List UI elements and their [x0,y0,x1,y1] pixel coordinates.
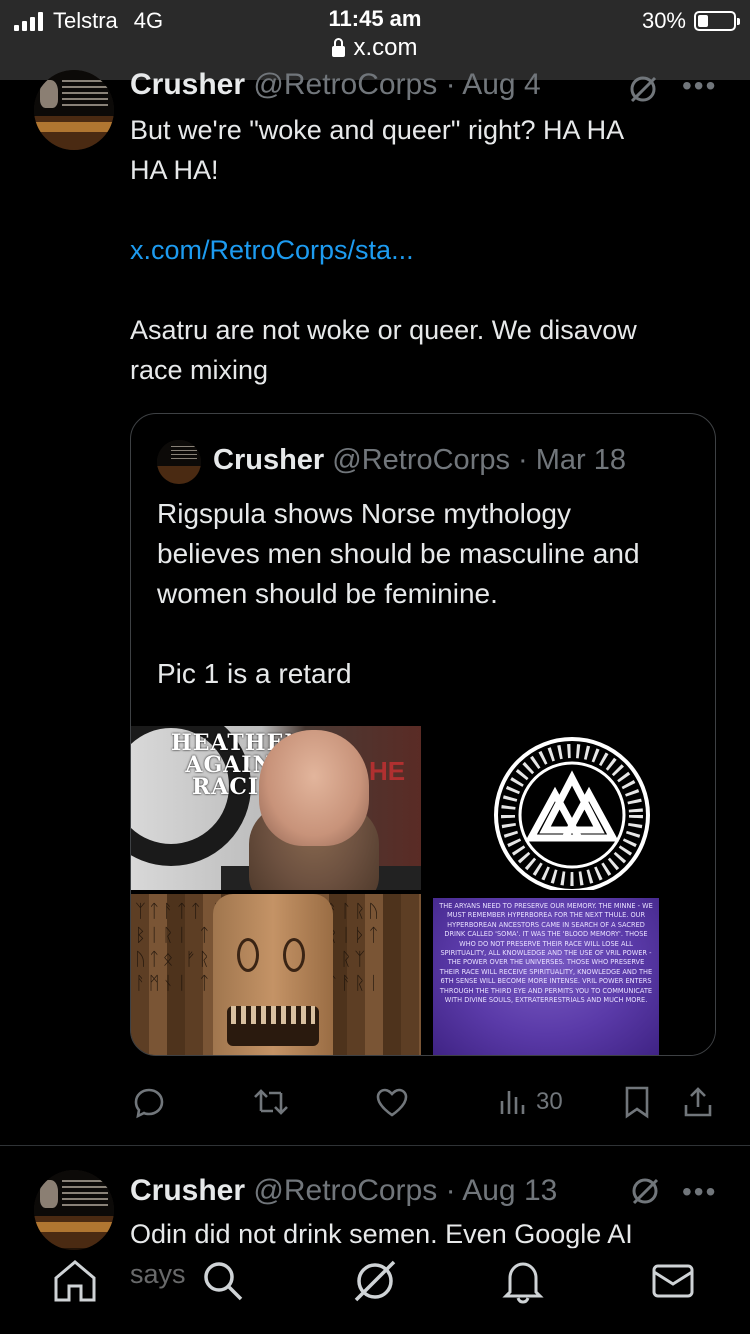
media-image-text-poster[interactable]: The Aryans need to preserve our memory. … [427,894,715,1055]
heart-icon [376,1088,408,1117]
bookmark-button[interactable] [622,1080,652,1124]
author-handle-date: @RetroCorps · Aug 13 [253,1174,558,1207]
author-handle-date: @RetroCorps · Aug 4 [253,68,541,101]
views-count: 30 [536,1088,563,1115]
media-image-heathens[interactable]: HEATHENS AGAINST RACISM HE [131,726,421,890]
tweet-actions: 30 [130,1080,720,1124]
reply-button[interactable] [132,1080,166,1124]
tweet-author[interactable]: Crusher @RetroCorps · Aug 4 [130,68,541,102]
views-icon [500,1091,525,1114]
url-text: x.com [353,34,418,61]
side-text: HE [369,756,406,786]
status-center: 11:45 am x.com [0,6,750,62]
home-icon[interactable] [50,1256,100,1306]
more-icon[interactable]: ••• [682,70,717,102]
quote-line: believes men should be masculine and [157,538,640,569]
share-icon [684,1087,712,1117]
lock-icon [332,37,346,57]
views-button[interactable]: 30 [498,1080,563,1124]
tweet-author[interactable]: Crusher @RetroCorps · Aug 13 [130,1174,557,1208]
like-button[interactable] [374,1080,410,1124]
messages-icon[interactable] [648,1256,698,1306]
quote-line: Rigspula shows Norse mythology [157,498,571,529]
status-right: 30% [641,8,740,34]
quote-handle-date: @RetroCorps · Mar 18 [332,444,627,476]
grok-icon[interactable] [630,1176,660,1206]
battery-percent: 30% [641,8,686,33]
quote-body: Rigspula shows Norse mythology believes … [157,494,697,694]
quote-avatar [157,440,201,484]
clock: 11:45 am [328,6,422,31]
battery-icon [694,11,740,31]
address-bar[interactable]: x.com [0,34,750,62]
reply-icon [134,1088,164,1119]
tweet-text-line: race mixing [130,355,269,385]
tweet-text-line: But we're "woke and queer" right? HA HA [130,115,625,145]
quote-line-blank [157,614,697,654]
tweet-link[interactable]: x.com/RetroCorps/sta... [130,230,730,270]
media-image-valknut[interactable] [427,726,715,890]
media-grid: HEATHENS AGAINST RACISM HE ᛉᛏᚨᛏᛏ ᚨᛚᚱᚢ ᛒᛁ… [131,726,715,1055]
avatar[interactable] [34,1170,114,1250]
quote-line: Pic 1 is a retard [157,658,352,689]
author-name: Crusher [130,68,246,101]
battery-fill [698,15,709,27]
tweet-body: But we're "woke and queer" right? HA HA … [130,110,730,390]
author-name: Crusher [130,1174,246,1207]
repost-button[interactable] [252,1080,290,1124]
grok-nav-icon[interactable] [350,1256,400,1306]
valknut-symbol [494,737,650,890]
bookmark-icon [625,1086,649,1119]
repost-icon [254,1089,288,1115]
tweet-divider [0,1145,750,1146]
grok-icon[interactable] [628,74,658,104]
notifications-icon[interactable] [498,1256,548,1306]
quote-author-name: Crusher [213,444,325,476]
quoted-tweet[interactable]: Crusher @RetroCorps · Mar 18 Rigspula sh… [130,413,716,1056]
tweet-text-line: HA HA! [130,155,219,185]
bottom-nav [0,1248,750,1334]
avatar[interactable] [34,70,114,150]
more-icon[interactable]: ••• [682,1176,717,1208]
search-icon[interactable] [198,1256,248,1306]
tweet-text-line: Asatru are not woke or queer. We disavow [130,315,637,345]
media-image-carving[interactable]: ᛉᛏᚨᛏᛏ ᚻᚱᛒ ᛗᛁᚾᚦ ᚨᛚᚱᚢ ᛒᛁᚱᛁ ᛏᚨᚱᛏ ᚹᚨᛗᛉ ᚱᛁᚦᛏ … [131,894,421,1055]
poster-text: The Aryans need to preserve our memory. … [439,902,653,1005]
quote-author: Crusher @RetroCorps · Mar 18 [213,444,626,477]
share-button[interactable] [682,1080,714,1124]
quote-line: women should be feminine. [157,578,498,609]
